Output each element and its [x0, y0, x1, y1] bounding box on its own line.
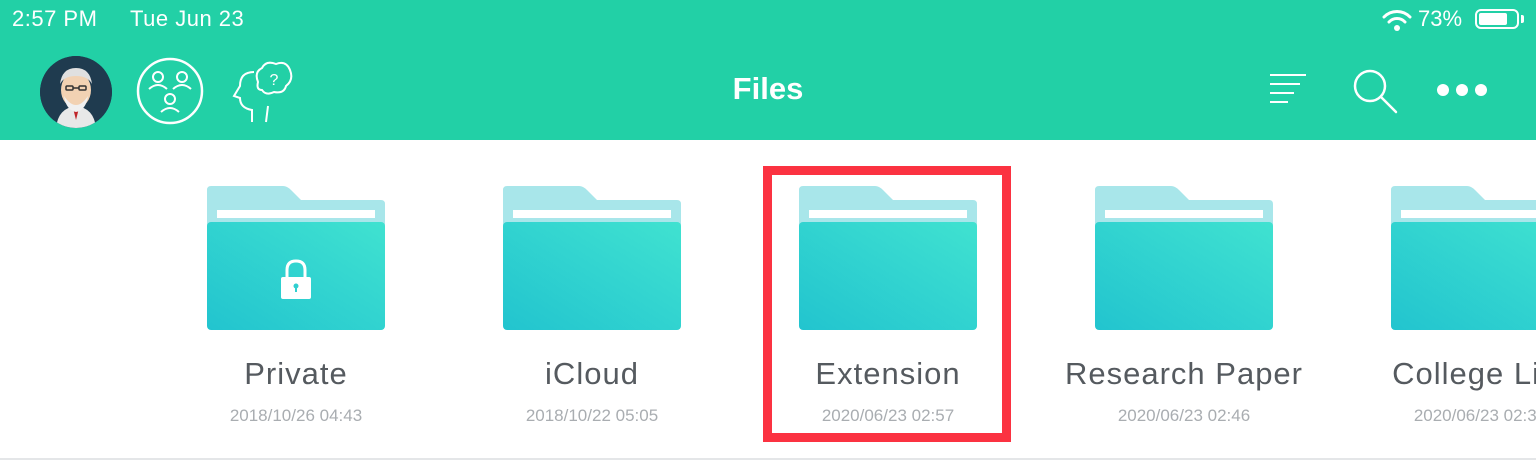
folder-date: 2018/10/22 05:05	[525, 406, 659, 425]
folder-date: 2018/10/26 04:43	[229, 406, 363, 425]
folder-research-paper[interactable]: Research Paper 2020/06/23 02:46	[1036, 186, 1332, 436]
folder-icon	[503, 186, 681, 330]
folder-date: 2020/06/23 02:38	[1413, 406, 1536, 425]
locked-folder-icon	[207, 186, 385, 330]
folder-private[interactable]: Private 2018/10/26 04:43	[148, 186, 444, 436]
battery-icon	[1475, 9, 1519, 29]
more-icon[interactable]	[1436, 82, 1488, 98]
folder-icon	[1391, 186, 1536, 330]
navigation-bar: 2:57 PM Tue Jun 23 73% ? Files	[0, 0, 1536, 140]
status-time: 2:57 PM	[12, 6, 98, 31]
folder-name: iCloud	[545, 356, 639, 391]
folder-name: Private	[244, 356, 348, 391]
folder-date: 2020/06/23 02:46	[1117, 406, 1251, 425]
status-date: Tue Jun 23	[130, 6, 245, 31]
folder-icloud[interactable]: iCloud 2018/10/22 05:05	[444, 186, 740, 436]
battery-tip	[1521, 15, 1524, 23]
wifi-icon	[1382, 10, 1412, 31]
search-icon[interactable]	[1352, 68, 1398, 114]
folder-name: Research Paper	[1064, 356, 1303, 391]
folder-college-life[interactable]: College Life 2020/06/23 02:38	[1332, 186, 1536, 436]
selection-highlight	[763, 166, 1011, 442]
battery-percentage: 73%	[1418, 6, 1463, 31]
folder-icon	[1095, 186, 1273, 330]
folder-name: College Life	[1392, 356, 1536, 391]
sort-lines-icon[interactable]	[1268, 72, 1308, 106]
